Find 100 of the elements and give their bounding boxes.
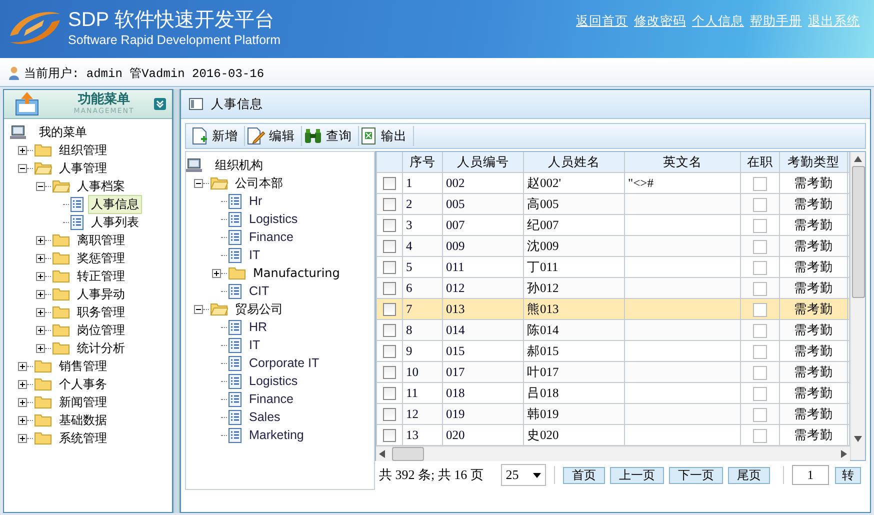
tree-root[interactable]: 组织机构	[212, 156, 266, 174]
page-number-field[interactable]: 1	[792, 465, 829, 485]
org-tree-item[interactable]: 公司本部	[232, 174, 286, 192]
menu-item[interactable]: 组织管理	[56, 140, 110, 160]
expander-icon[interactable]	[36, 182, 45, 190]
menu-item[interactable]: 基础数据	[56, 410, 110, 430]
toolbar-button[interactable]: 编辑	[245, 126, 302, 146]
menu-item[interactable]: 系统管理	[56, 428, 110, 448]
row-checkbox[interactable]	[383, 177, 396, 190]
active-checkbox[interactable]	[753, 302, 767, 317]
column-header[interactable]: 人员编号	[442, 152, 524, 172]
page-size-select[interactable]: 25	[500, 464, 546, 486]
row-checkbox[interactable]	[383, 408, 396, 422]
scroll-thumb[interactable]	[392, 447, 424, 461]
expander-icon[interactable]	[212, 268, 221, 278]
row-checkbox[interactable]	[383, 198, 396, 212]
expander-icon[interactable]	[36, 254, 45, 262]
org-tree-item[interactable]: Finance	[246, 229, 296, 245]
org-tree-item[interactable]: 贸易公司	[232, 300, 286, 318]
active-checkbox[interactable]	[753, 198, 767, 212]
org-tree-item[interactable]: Marketing	[246, 427, 307, 443]
scroll-up-icon[interactable]	[854, 156, 862, 162]
menu-item[interactable]: 转正管理	[74, 266, 128, 286]
active-checkbox[interactable]	[753, 282, 767, 296]
row-checkbox[interactable]	[383, 240, 396, 254]
expander-icon[interactable]	[18, 398, 27, 406]
expander-icon[interactable]	[36, 290, 45, 298]
active-checkbox[interactable]	[753, 344, 767, 359]
expander-icon[interactable]	[36, 236, 45, 244]
org-tree-item[interactable]: IT	[246, 247, 264, 263]
row-checkbox[interactable]	[383, 282, 396, 296]
expander-icon[interactable]	[36, 326, 45, 334]
menu-item[interactable]: 人事信息	[88, 194, 142, 214]
org-tree-item[interactable]: Finance	[246, 391, 296, 407]
scroll-thumb[interactable]	[852, 166, 864, 298]
expander-icon[interactable]	[36, 272, 45, 280]
dropdown-caret-icon[interactable]	[532, 472, 541, 478]
org-tree-item[interactable]: HR	[246, 319, 270, 335]
menu-item[interactable]: 人事管理	[56, 158, 110, 178]
org-tree-item[interactable]: IT	[246, 337, 264, 353]
org-tree-item[interactable]: Sales	[246, 409, 284, 425]
expander-icon[interactable]	[194, 178, 203, 188]
menu-item[interactable]: 新闻管理	[56, 392, 110, 412]
row-checkbox[interactable]	[383, 303, 396, 316]
org-tree-item[interactable]: CIT	[246, 283, 272, 299]
scroll-left-icon[interactable]	[379, 450, 385, 458]
org-tree-item[interactable]: Logistics	[246, 211, 301, 227]
row-checkbox[interactable]	[383, 366, 396, 380]
horizontal-scrollbar[interactable]	[376, 446, 850, 461]
toolbar-button[interactable]: 输出	[359, 126, 414, 146]
active-checkbox[interactable]	[753, 408, 767, 422]
tree-root[interactable]: 我的菜单	[36, 122, 90, 142]
org-tree-item[interactable]: Hr	[246, 193, 266, 209]
expander-icon[interactable]	[18, 164, 27, 172]
menu-item[interactable]: 奖惩管理	[74, 248, 128, 268]
column-header[interactable]: 在职	[740, 152, 780, 172]
menu-item[interactable]: 销售管理	[56, 356, 110, 376]
active-checkbox[interactable]	[753, 240, 767, 254]
expander-icon[interactable]	[194, 304, 203, 314]
column-header[interactable]: 序号	[402, 152, 442, 172]
active-checkbox[interactable]	[753, 428, 767, 443]
menu-item[interactable]: 职务管理	[74, 302, 128, 322]
row-checkbox[interactable]	[383, 324, 396, 338]
expander-icon[interactable]	[18, 146, 27, 154]
expander-icon[interactable]	[18, 416, 27, 424]
pager-button[interactable]: 下一页	[668, 466, 723, 484]
pager-button[interactable]: 首页	[562, 466, 605, 484]
pager-button[interactable]: 尾页	[728, 466, 770, 484]
row-checkbox[interactable]	[383, 345, 396, 358]
go-button[interactable]: 转	[834, 466, 861, 484]
row-checkbox[interactable]	[383, 429, 396, 442]
expander-icon[interactable]	[18, 362, 27, 370]
menu-item[interactable]: 岗位管理	[74, 320, 128, 340]
column-header[interactable]: 英文名	[624, 152, 740, 172]
scroll-right-icon[interactable]	[841, 450, 847, 458]
active-checkbox[interactable]	[753, 218, 767, 233]
org-tree-item[interactable]: Manufacturing	[250, 265, 343, 281]
pager-button[interactable]: 上一页	[610, 466, 664, 484]
column-header[interactable]: 人员姓名	[524, 152, 624, 172]
menu-item[interactable]: 离职管理	[74, 230, 128, 250]
vertical-scrollbar[interactable]	[850, 152, 865, 460]
expander-icon[interactable]	[36, 344, 45, 352]
menu-item[interactable]: 人事档案	[74, 176, 128, 196]
active-checkbox[interactable]	[753, 366, 767, 380]
row-checkbox[interactable]	[383, 261, 396, 274]
row-checkbox[interactable]	[383, 387, 396, 400]
menu-item[interactable]: 统计分析	[74, 338, 128, 358]
scroll-down-icon[interactable]	[854, 436, 862, 442]
active-checkbox[interactable]	[753, 386, 767, 401]
active-checkbox[interactable]	[753, 260, 767, 275]
menu-item[interactable]: 人事异动	[74, 284, 128, 304]
collapse-icon[interactable]	[154, 98, 166, 110]
menu-item[interactable]: 个人事务	[56, 374, 110, 394]
expander-icon[interactable]	[18, 434, 27, 442]
splitter-handle[interactable]	[173, 89, 180, 513]
org-tree-item[interactable]: Logistics	[246, 373, 301, 389]
active-checkbox[interactable]	[753, 324, 767, 338]
column-header[interactable]: 考勤类型	[780, 152, 848, 172]
expander-icon[interactable]	[18, 380, 27, 388]
org-tree-item[interactable]: Corporate IT	[246, 355, 322, 371]
